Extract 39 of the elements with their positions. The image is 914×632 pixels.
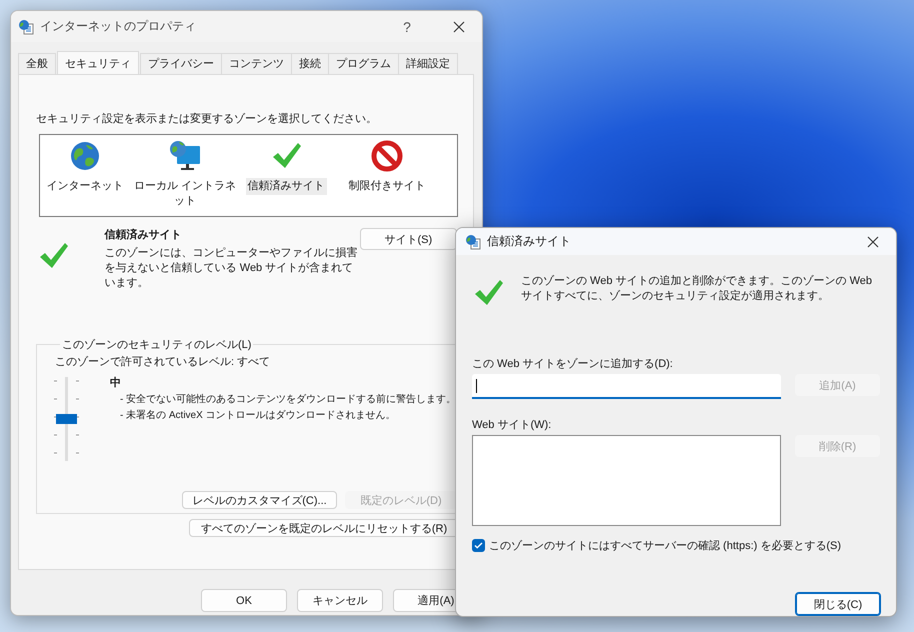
window-title: 信頼済みサイト bbox=[487, 233, 572, 250]
app-icon bbox=[18, 18, 34, 34]
level-description: - 未署名の ActiveX コントロールはダウンロードされません。 bbox=[120, 410, 397, 422]
zone-item[interactable]: インターネット bbox=[44, 178, 126, 195]
instruction-text: セキュリティ設定を表示または変更するゾーンを選択してください。 bbox=[36, 112, 378, 126]
websites-label: Web サイト(W): bbox=[472, 418, 552, 432]
customize-level-button[interactable]: レベルのカスタマイズ(C)... bbox=[182, 491, 337, 509]
tab[interactable]: 全般 bbox=[18, 53, 56, 74]
tab[interactable]: プライバシー bbox=[140, 53, 222, 74]
level-name: 中 bbox=[110, 376, 122, 390]
tab[interactable]: 詳細設定 bbox=[398, 53, 458, 74]
app-icon bbox=[465, 234, 481, 250]
level-description: - 安全でない可能性のあるコンテンツをダウンロードする前に警告します。 bbox=[120, 394, 456, 406]
allowed-level-text: このゾーンで許可されているレベル: すべて bbox=[55, 355, 272, 369]
add-site-label: この Web サイトをゾーンに追加する(D): bbox=[472, 357, 674, 371]
sites-button[interactable]: サイト(S) bbox=[360, 228, 457, 250]
zone-item[interactable]: 信頼済みサイト bbox=[246, 178, 326, 195]
zone-item[interactable]: ローカル イントラネット bbox=[130, 178, 240, 210]
slider-thumb[interactable] bbox=[56, 414, 77, 424]
window-title: インターネットのプロパティ bbox=[40, 18, 197, 35]
https-checkbox[interactable] bbox=[472, 539, 485, 552]
close-icon[interactable] bbox=[453, 20, 465, 32]
close-icon[interactable] bbox=[867, 236, 879, 248]
group-title: このゾーンのセキュリティのレベル(L) bbox=[61, 338, 252, 352]
help-button[interactable]: ? bbox=[384, 18, 430, 34]
websites-list[interactable] bbox=[472, 435, 781, 526]
dialog-description: このゾーンの Web サイトの追加と削除ができます。このゾーンの Web サイトすべてに、ゾーンのセキュリティ設定が適用されます。 bbox=[521, 274, 874, 304]
no-entry-icon bbox=[371, 140, 403, 172]
zone-title: 信頼済みサイト bbox=[104, 228, 183, 242]
cancel-button[interactable]: キャンセル bbox=[297, 589, 383, 612]
zone-description: このゾーンには、コンピューターやファイルに損害を与えないと信頼している Web サイトが含まれています。 bbox=[104, 246, 359, 291]
checkbox-label: このゾーンのサイトにはすべてサーバーの確認 (https:) を必要とする(S) bbox=[489, 538, 842, 553]
zone-item[interactable]: 制限付きサイト bbox=[346, 178, 428, 195]
ok-button[interactable]: OK bbox=[201, 589, 287, 612]
close-button[interactable]: 閉じる(C) bbox=[795, 592, 881, 616]
globe-monitor-icon bbox=[169, 140, 201, 172]
globe-icon bbox=[69, 140, 101, 172]
tab[interactable]: セキュリティ bbox=[57, 51, 139, 74]
site-input-field[interactable] bbox=[472, 374, 781, 399]
